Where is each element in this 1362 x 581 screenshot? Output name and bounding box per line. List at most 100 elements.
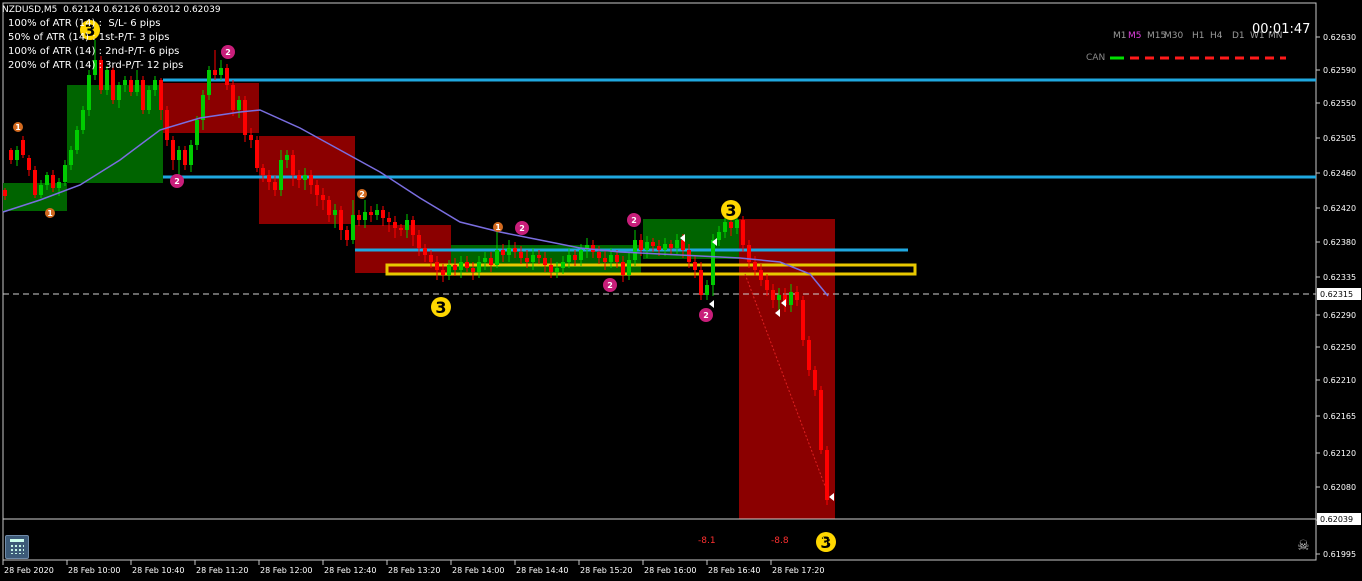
candle-body — [171, 140, 175, 160]
candle-body — [387, 218, 391, 222]
candle-body — [237, 100, 241, 110]
bid-price-tag: 0.62039 — [1317, 513, 1361, 525]
time-tick-label: 28 Feb 2020 — [4, 566, 54, 575]
candle-body — [315, 185, 319, 195]
wave-marker: 2 — [357, 189, 367, 199]
candle-body — [285, 155, 289, 160]
candle-body — [21, 140, 25, 155]
candle-body — [27, 158, 31, 170]
candle-body — [33, 170, 37, 195]
candle-body — [771, 290, 775, 300]
candle-body — [513, 248, 517, 252]
time-tick-label: 28 Feb 10:00 — [68, 566, 120, 575]
candle-body — [399, 228, 403, 230]
tf-m1[interactable]: M1 — [1113, 31, 1127, 41]
candle-timer: 00:01:47 — [1252, 22, 1311, 37]
candle-body — [9, 150, 13, 160]
candle-body — [561, 262, 565, 268]
candle-body — [429, 255, 433, 262]
candle-body — [801, 300, 805, 340]
candle-body — [729, 222, 733, 228]
price-tick-label: 0.62590 — [1323, 66, 1356, 75]
candle-body — [537, 255, 541, 258]
time-tick-label: 28 Feb 17:20 — [772, 566, 824, 575]
svg-text:2: 2 — [703, 311, 709, 320]
candle-body — [57, 182, 61, 188]
price-tick-label: 0.62505 — [1323, 134, 1356, 143]
svg-text:3: 3 — [725, 201, 736, 220]
candle-body — [753, 262, 757, 270]
svg-text:2: 2 — [225, 48, 231, 57]
trade-result-label: -8.8 — [771, 536, 789, 546]
candle-body — [693, 262, 697, 270]
wave-marker: 2 — [627, 213, 641, 227]
candle-body — [525, 258, 529, 262]
svg-text:1: 1 — [15, 123, 21, 132]
candle-body — [453, 265, 457, 270]
svg-text:0.62039: 0.62039 — [1320, 515, 1353, 524]
candle-body — [201, 95, 205, 120]
candle-body — [231, 85, 235, 110]
candle-body — [549, 265, 553, 272]
candle-body — [87, 75, 91, 110]
candle-body — [207, 70, 211, 95]
calculator-icon[interactable] — [5, 535, 29, 559]
candle-body — [261, 168, 265, 175]
svg-text:2: 2 — [359, 190, 365, 199]
candle-body — [471, 268, 475, 272]
candle-body — [411, 220, 415, 235]
candle-body — [321, 195, 325, 200]
candle-body — [819, 390, 823, 450]
time-tick-label: 28 Feb 16:40 — [708, 566, 760, 575]
atr-line-1: 100% of ATR (14) : S/L- 6 pips — [8, 18, 161, 29]
tf-h1[interactable]: H1 — [1192, 31, 1205, 41]
candle-body — [669, 244, 673, 248]
candle-body — [741, 220, 745, 245]
svg-text:1: 1 — [47, 209, 53, 218]
candle-body — [333, 210, 337, 215]
tf-m30[interactable]: M30 — [1164, 31, 1183, 41]
svg-text:0.62315: 0.62315 — [1320, 290, 1353, 299]
candle-body — [519, 252, 523, 258]
candle-body — [735, 220, 739, 228]
price-tick-label: 0.62460 — [1323, 169, 1356, 178]
candle-body — [183, 150, 187, 165]
tf-d1[interactable]: D1 — [1232, 31, 1245, 41]
tf-m5[interactable]: M5 — [1128, 31, 1142, 41]
candle-body — [603, 258, 607, 262]
candle-body — [339, 210, 343, 230]
price-chart[interactable]: 33331112222222 0.626300.625900.625500.62… — [0, 0, 1362, 581]
price-tick-label: 0.62630 — [1323, 33, 1356, 42]
candle-body — [297, 175, 301, 180]
candle-body — [363, 212, 367, 220]
candle-body — [63, 165, 67, 182]
candle-body — [825, 450, 829, 500]
svg-text:1: 1 — [495, 223, 501, 232]
candle-body — [675, 240, 679, 248]
time-tick-label: 28 Feb 16:00 — [644, 566, 696, 575]
candle-body — [579, 250, 583, 260]
candle-body — [147, 90, 151, 110]
candle-body — [195, 120, 199, 145]
candle-body — [303, 175, 307, 180]
tf-h4[interactable]: H4 — [1210, 31, 1223, 41]
candle-body — [795, 292, 799, 300]
price-tick-label: 0.62210 — [1323, 376, 1356, 385]
candle-body — [417, 235, 421, 248]
candle-body — [225, 68, 229, 85]
candle-body — [351, 215, 355, 240]
can-label: CAN — [1086, 53, 1106, 63]
skull-icon[interactable]: ☠ — [1297, 538, 1310, 554]
candle-body — [255, 140, 259, 168]
wave-marker: 2 — [603, 278, 617, 292]
candle-body — [567, 255, 571, 262]
wave-marker: 3 — [721, 200, 741, 220]
candle-body — [105, 70, 109, 90]
time-tick-label: 28 Feb 12:40 — [324, 566, 376, 575]
candle-body — [15, 150, 19, 160]
candle-body — [81, 110, 85, 130]
wave-marker: 2 — [170, 174, 184, 188]
time-tick-label: 28 Feb 12:00 — [260, 566, 312, 575]
candle-body — [327, 200, 331, 215]
candle-body — [705, 285, 709, 295]
